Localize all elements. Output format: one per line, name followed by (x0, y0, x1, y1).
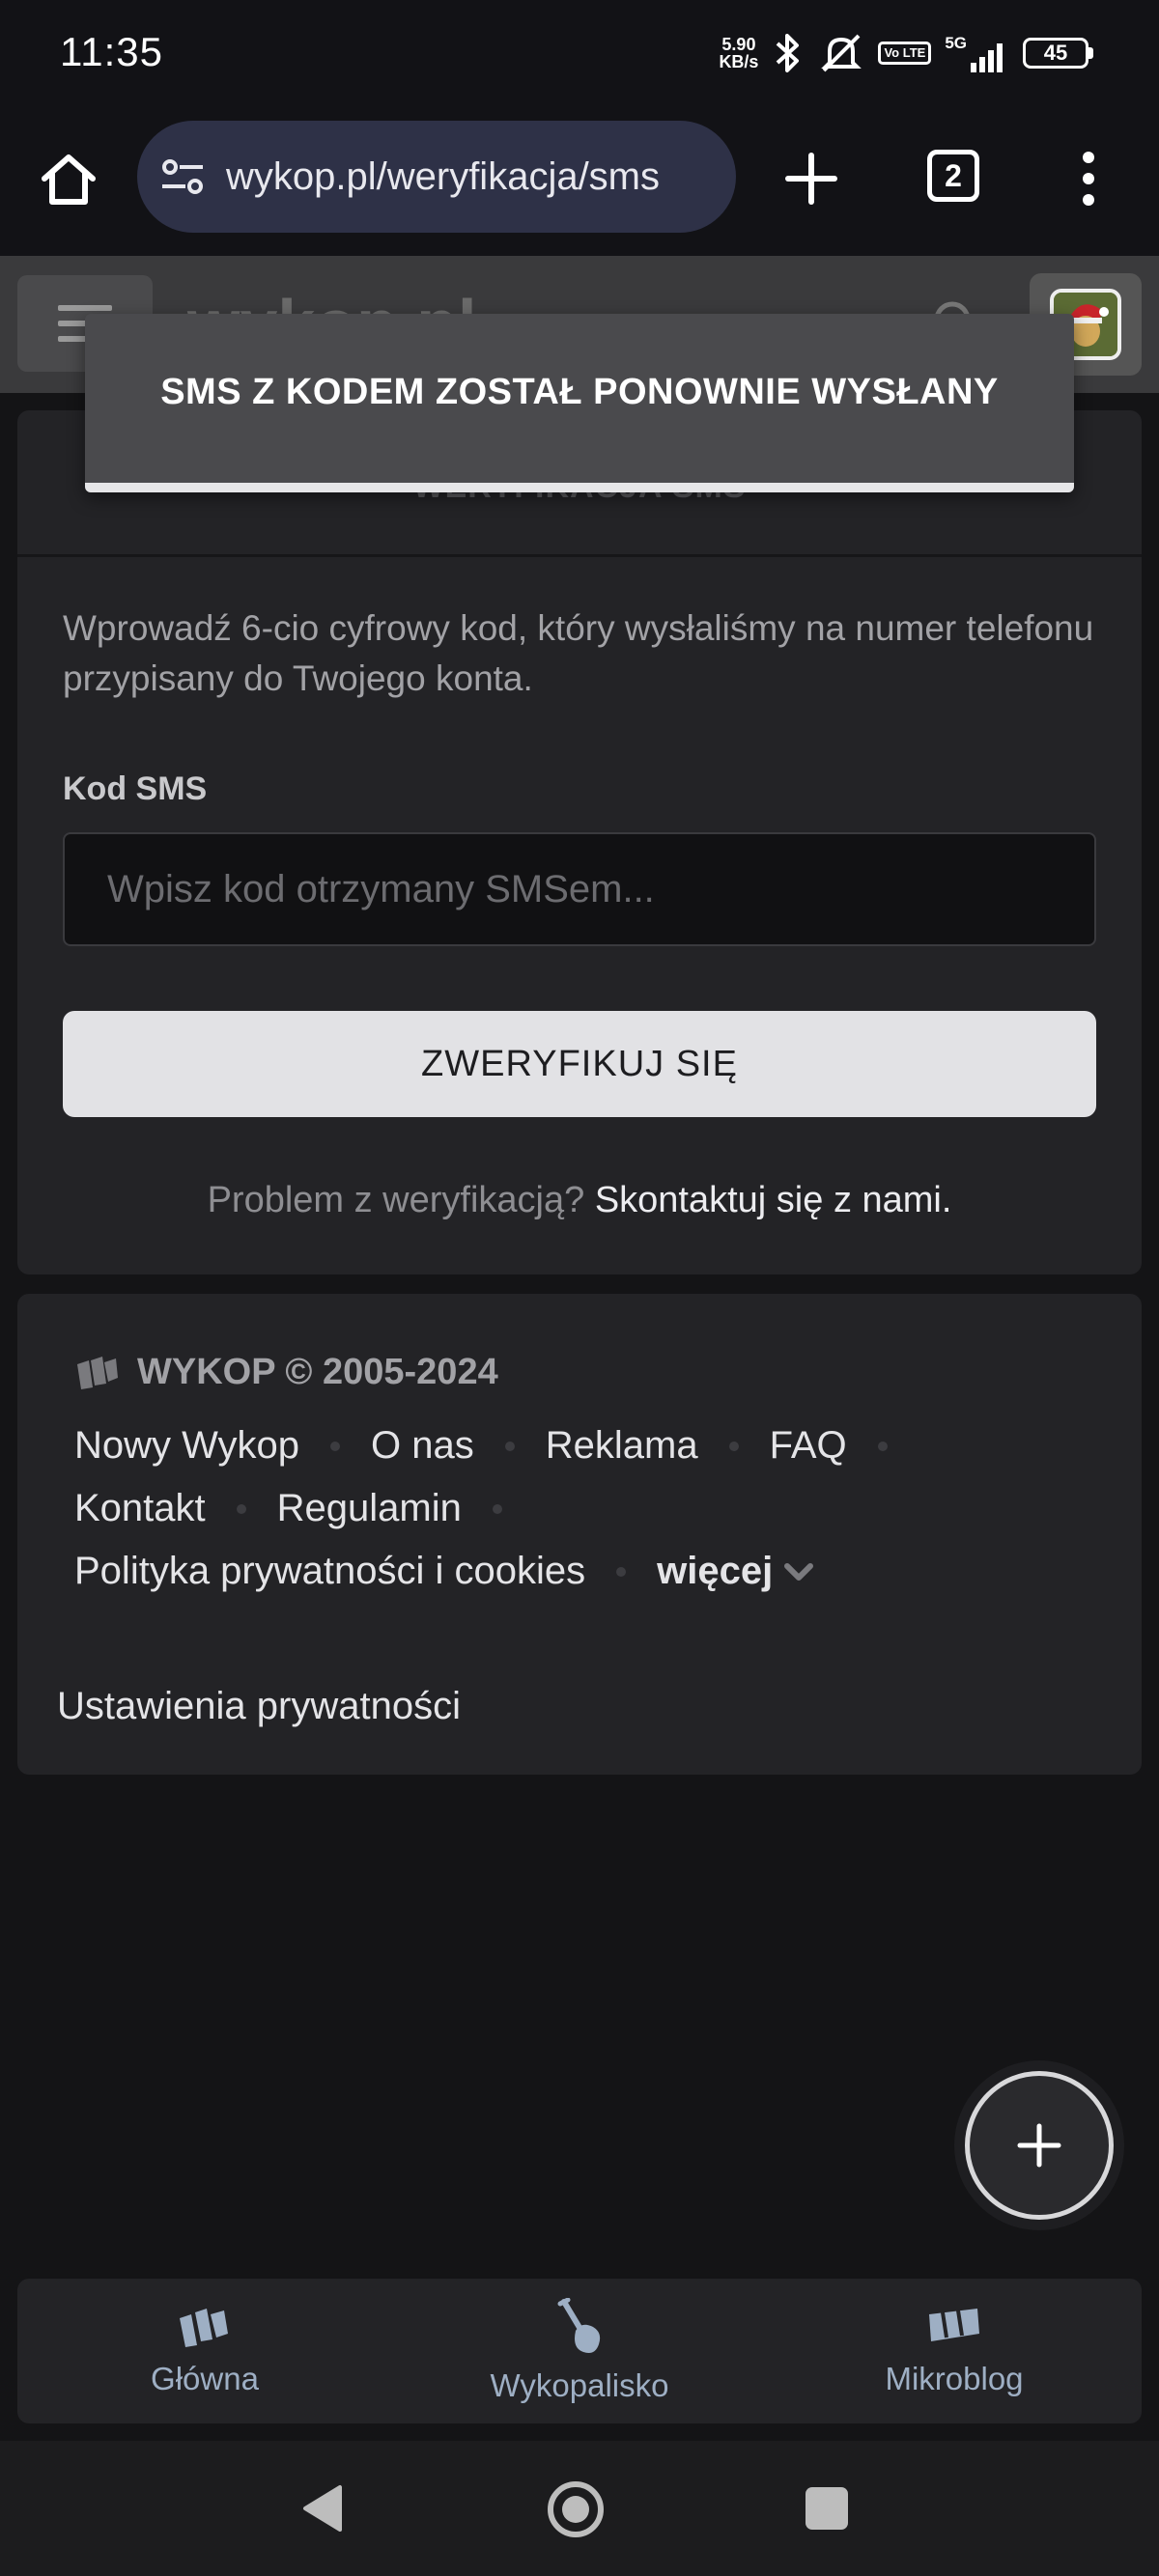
verification-description: Wprowadź 6-cio cyfrowy kod, który wysłal… (63, 608, 1094, 698)
separator-dot (492, 1503, 502, 1514)
status-bar: 11:35 5.90 KB/s Vo LTE 5G 45 (0, 0, 1159, 111)
wykop-logo-icon (180, 2309, 228, 2347)
privacy-settings-link[interactable]: Ustawienia prywatności (57, 1685, 461, 1728)
bottom-navigation: Główna Wykopalisko Mikroblog (17, 2279, 1142, 2423)
footer-link-reklama[interactable]: Reklama (546, 1414, 698, 1477)
separator-dot (728, 1441, 739, 1451)
mute-bell-icon (821, 34, 862, 72)
signal-indicator: 5G (945, 34, 1009, 72)
copyright: WYKOP © 2005-2024 (137, 1352, 498, 1392)
tab-switcher-button[interactable]: 2 (927, 150, 979, 202)
more-label: więcej (657, 1550, 774, 1592)
verify-button[interactable]: ZWERYFIKUJ SIĘ (63, 1011, 1096, 1117)
footer-link-o-nas[interactable]: O nas (371, 1414, 474, 1477)
back-icon[interactable] (301, 2483, 344, 2534)
wykop-logo-icon (77, 1356, 118, 1389)
footer-link-regulamin[interactable]: Regulamin (277, 1477, 462, 1540)
nav-label-mikroblog: Mikroblog (885, 2361, 1024, 2396)
contact-link[interactable]: Skontaktuj się z nami. (595, 1180, 952, 1220)
footer-link-kontakt[interactable]: Kontakt (74, 1477, 206, 1540)
network-speed-value: 5.90 (721, 35, 756, 54)
home-icon[interactable] (39, 150, 99, 210)
help-line: Problem z weryfikacją? Skontaktuj się z … (17, 1180, 1142, 1221)
address-bar[interactable]: wykop.pl/weryfikacja/sms (137, 121, 736, 233)
status-time: 11:35 (60, 29, 163, 74)
battery-icon: 45 (1023, 38, 1093, 69)
signal-icon (971, 43, 1003, 72)
site-settings-icon[interactable] (160, 157, 205, 196)
nav-label-glowna: Główna (151, 2361, 259, 2396)
footer-link-privacy-policy[interactable]: Polityka prywatności i cookies (74, 1540, 585, 1603)
footer-link-nowy-wykop[interactable]: Nowy Wykop (74, 1414, 299, 1477)
microblog-icon (929, 2309, 979, 2341)
separator-dot (330, 1441, 341, 1451)
status-icons: 5.90 KB/s Vo LTE 5G 45 (719, 29, 1093, 77)
network-speed: 5.90 KB/s (719, 36, 758, 70)
footer-link-faq[interactable]: FAQ (770, 1414, 847, 1477)
help-text: Problem z weryfikacją? (207, 1180, 585, 1220)
chevron-down-icon (784, 1562, 814, 1581)
new-tab-icon[interactable] (784, 152, 838, 206)
nav-item-glowna[interactable]: Główna (17, 2279, 392, 2423)
sms-code-label: Kod SMS (63, 770, 208, 807)
separator-dot (504, 1441, 515, 1451)
toast-progress-bar (85, 483, 1074, 492)
shovel-icon (557, 2298, 601, 2353)
network-speed-unit: KB/s (719, 52, 759, 71)
browser-toolbar: wykop.pl/weryfikacja/sms 2 (0, 111, 1159, 256)
nav-item-mikroblog[interactable]: Mikroblog (767, 2279, 1142, 2423)
toast-message: SMS Z KODEM ZOSTAŁ PONOWNIE WYSŁANY (160, 372, 999, 412)
toast-notification: SMS Z KODEM ZOSTAŁ PONOWNIE WYSŁANY (85, 314, 1074, 492)
sms-code-input[interactable] (63, 832, 1096, 946)
overflow-menu-icon[interactable] (1074, 150, 1103, 208)
separator-dot (616, 1566, 627, 1577)
footer-brand: WYKOP © 2005-2024 (75, 1352, 498, 1393)
home-circle-icon[interactable] (546, 2479, 606, 2539)
recent-apps-icon[interactable] (806, 2487, 848, 2530)
network-type: 5G (945, 34, 967, 52)
nav-label-wykopalisko: Wykopalisko (490, 2367, 669, 2403)
plus-icon (1017, 2123, 1061, 2168)
more-links-button[interactable]: więcej (657, 1540, 814, 1603)
separator-dot (236, 1503, 246, 1514)
url-text[interactable]: wykop.pl/weryfikacja/sms (226, 155, 660, 199)
system-navigation-bar (0, 2441, 1159, 2576)
add-content-button[interactable] (954, 2060, 1124, 2230)
footer-links: Nowy Wykop O nas Reklama FAQ Kontakt Reg… (74, 1414, 1098, 1603)
separator-dot (877, 1441, 888, 1451)
bluetooth-icon (777, 34, 800, 72)
nav-item-wykopalisko[interactable]: Wykopalisko (392, 2279, 767, 2423)
verification-card: WERYFIKACJA SMS Wprowadź 6-cio cyfrowy k… (17, 410, 1142, 1274)
volte-icon: Vo LTE (878, 42, 932, 65)
battery-level: 45 (1023, 38, 1088, 69)
